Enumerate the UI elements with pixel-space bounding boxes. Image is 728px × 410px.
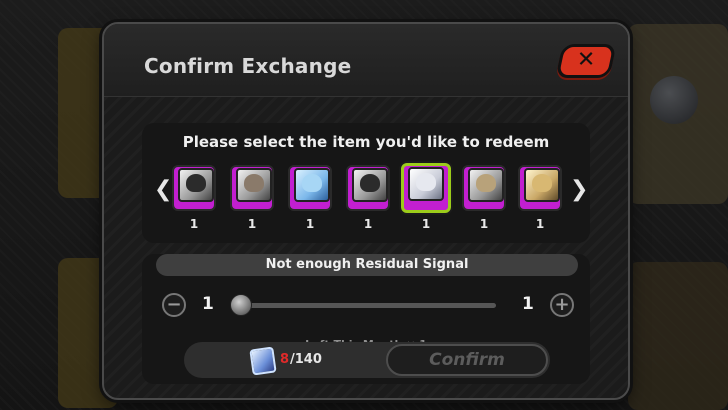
selected-quantity: 1 [202,294,214,314]
increase-button[interactable]: + [550,293,574,317]
item-quantity: 1 [479,217,489,231]
residual-signal-icon [249,346,277,376]
item-slot-5-selected[interactable] [401,163,451,213]
max-quantity: 1 [522,294,534,314]
item-slot-2[interactable] [230,165,274,211]
decrease-button[interactable]: − [162,293,186,317]
currency-owned: 8 [280,352,290,367]
close-icon: ✕ [576,47,596,73]
dialog-title: Confirm Exchange [144,54,352,78]
item-quantity: 1 [247,217,257,231]
item-slot-7[interactable] [518,165,562,211]
scroll-left-arrow-icon[interactable]: ❮ [154,177,172,202]
close-button[interactable]: ✕ [555,44,617,78]
currency-required: /140 [290,352,322,367]
item-quantity: 1 [363,217,373,231]
item-quantity: 1 [535,217,545,231]
item-quantity: 1 [421,217,431,231]
character-portrait-icon [236,168,272,202]
selector-prompt: Please select the item you'd like to red… [182,133,550,151]
confirm-button[interactable]: Confirm [386,344,548,376]
character-portrait-icon [468,168,504,202]
item-slot-6[interactable] [462,165,506,211]
confirm-exchange-dialog: Confirm Exchange ✕ Please select the ite… [102,22,630,400]
character-portrait-icon [524,168,560,202]
character-portrait-icon [178,168,214,202]
quantity-slider-thumb[interactable] [230,294,252,316]
cost-bar: 8 /140 Confirm [184,342,550,378]
item-slot-1[interactable] [172,165,216,211]
insufficient-warning: Not enough Residual Signal [156,254,578,276]
character-portrait-icon [294,168,330,202]
item-slot-4[interactable] [346,165,390,211]
item-selector-panel: Please select the item you'd like to red… [142,123,590,243]
item-slot-3[interactable] [288,165,332,211]
character-portrait-icon [352,168,388,202]
scroll-right-arrow-icon[interactable]: ❯ [570,177,588,202]
item-quantity: 1 [305,217,315,231]
item-quantity: 1 [189,217,199,231]
character-portrait-icon [408,167,444,201]
dialog-header: Confirm Exchange ✕ [104,24,628,97]
quantity-slider-track[interactable] [234,303,496,308]
